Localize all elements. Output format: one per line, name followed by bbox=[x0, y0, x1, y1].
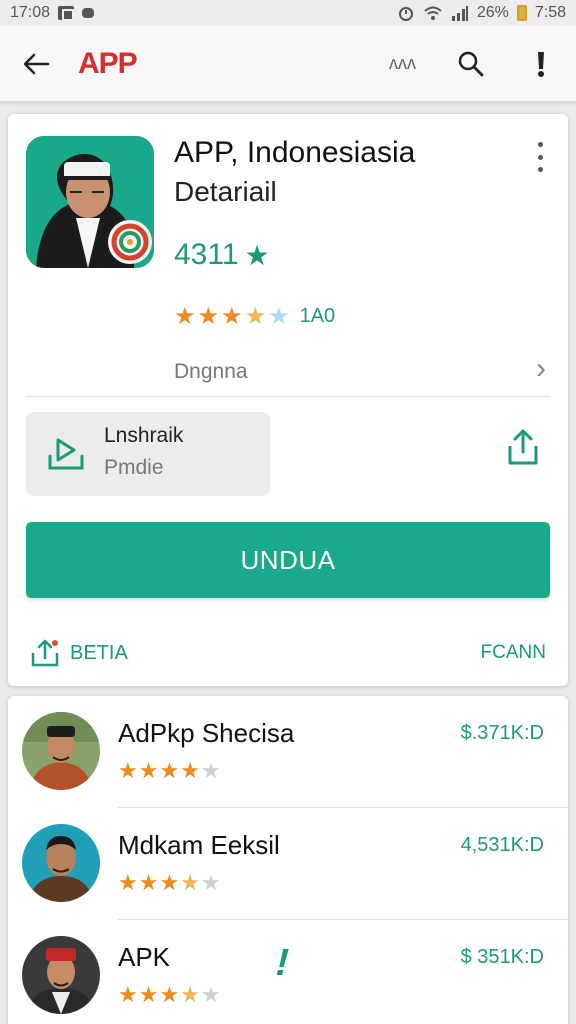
list-item-price: 4,531K:D bbox=[460, 834, 544, 856]
rating-stars: ★ ★ ★ ★ ★ 1A0 bbox=[174, 302, 335, 331]
list-item-price: $.371K:D bbox=[460, 722, 544, 744]
app-score: 4311 ★ bbox=[174, 238, 270, 272]
person-portrait-icon bbox=[26, 136, 154, 268]
upload-icon bbox=[31, 639, 59, 667]
notification-app-icon bbox=[58, 6, 75, 21]
share-icon[interactable] bbox=[506, 428, 540, 466]
app-bar-actions: ʌʌʌ bbox=[389, 49, 556, 79]
avatar bbox=[22, 824, 100, 902]
list-item-name: Mdkam Eeksil bbox=[118, 830, 280, 860]
battery-icon bbox=[516, 5, 527, 21]
review-count: 1A0 bbox=[299, 305, 336, 327]
list-item[interactable]: AdPkp Shecisa ★★★★★ $.371K:D bbox=[8, 696, 568, 808]
status-clock-right: 7:58 bbox=[534, 4, 566, 21]
beta-link[interactable]: BETIA bbox=[30, 638, 128, 668]
overflow-menu-button[interactable] bbox=[526, 49, 556, 79]
star-full-icon: ★ bbox=[221, 303, 243, 330]
exclamation-icon bbox=[538, 51, 544, 77]
install-chip-title: Lnshraik bbox=[104, 424, 184, 447]
developer-name[interactable]: Dngnna bbox=[174, 360, 248, 384]
divider bbox=[26, 396, 550, 397]
star-partial-icon: ★ bbox=[244, 303, 267, 330]
wifi-icon bbox=[423, 5, 443, 21]
list-item-name: APK bbox=[118, 942, 171, 972]
status-time: 17:08 bbox=[10, 4, 51, 21]
list-item-stars: ★★★★★ bbox=[118, 870, 222, 895]
app-subtitle: Detariail bbox=[174, 176, 277, 207]
search-button[interactable] bbox=[456, 49, 486, 79]
status-bar: 17:08 26% 7:58 bbox=[0, 0, 576, 26]
app-detail-card: APP, Indonesiasia Detariail 4311 ★ ★ ★ ★… bbox=[8, 114, 568, 686]
card-more-options-button[interactable] bbox=[532, 142, 548, 172]
star-empty-icon: ★ bbox=[268, 303, 290, 330]
list-item[interactable]: APK ★★★★★ $ 351K:D bbox=[8, 920, 568, 1024]
wave-icon[interactable]: ʌʌʌ bbox=[389, 53, 416, 74]
list-item-stars: ★★★★★ bbox=[118, 758, 222, 783]
install-chip-subtitle: Pmdie bbox=[104, 456, 164, 479]
app-icon[interactable] bbox=[26, 136, 154, 268]
list-item-stars: ★★★★★ bbox=[118, 982, 222, 1007]
star-full-icon: ★ bbox=[197, 303, 220, 330]
star-icon: ★ bbox=[244, 239, 270, 271]
list-item[interactable]: Mdkam Eeksil ★★★★★ 4,531K:D bbox=[8, 808, 568, 920]
download-button[interactable]: UNDUA bbox=[26, 522, 550, 598]
status-right: 26% 7:58 bbox=[397, 4, 566, 22]
app-name: APP, Indonesiasia bbox=[174, 136, 416, 169]
notification-dot-icon bbox=[82, 8, 95, 18]
score-value: 4311 bbox=[174, 238, 239, 271]
back-button[interactable] bbox=[20, 48, 52, 80]
battery-percent: 26% bbox=[476, 4, 509, 21]
star-full-icon: ★ bbox=[174, 303, 196, 330]
signal-icon bbox=[451, 5, 469, 21]
list-item-name: AdPkp Shecisa bbox=[118, 718, 295, 748]
arrow-left-icon bbox=[23, 53, 50, 74]
scan-link[interactable]: FCANN bbox=[481, 642, 546, 664]
app-list-card: AdPkp Shecisa ★★★★★ $.371K:D Mdkam Eeksi… bbox=[8, 696, 568, 1024]
app-title: APP bbox=[78, 46, 138, 80]
alarm-icon bbox=[397, 4, 415, 22]
status-left: 17:08 bbox=[10, 4, 95, 22]
search-icon bbox=[458, 51, 484, 76]
beta-label: BETIA bbox=[70, 641, 128, 664]
chevron-right-icon[interactable]: › bbox=[536, 352, 546, 386]
list-item-price: $ 351K:D bbox=[460, 946, 544, 968]
avatar bbox=[22, 936, 100, 1014]
play-install-icon bbox=[48, 438, 84, 470]
install-chip[interactable]: Lnshraik Pmdie bbox=[26, 412, 270, 496]
avatar bbox=[22, 712, 100, 790]
app-bar: APP ʌʌʌ bbox=[0, 26, 576, 102]
